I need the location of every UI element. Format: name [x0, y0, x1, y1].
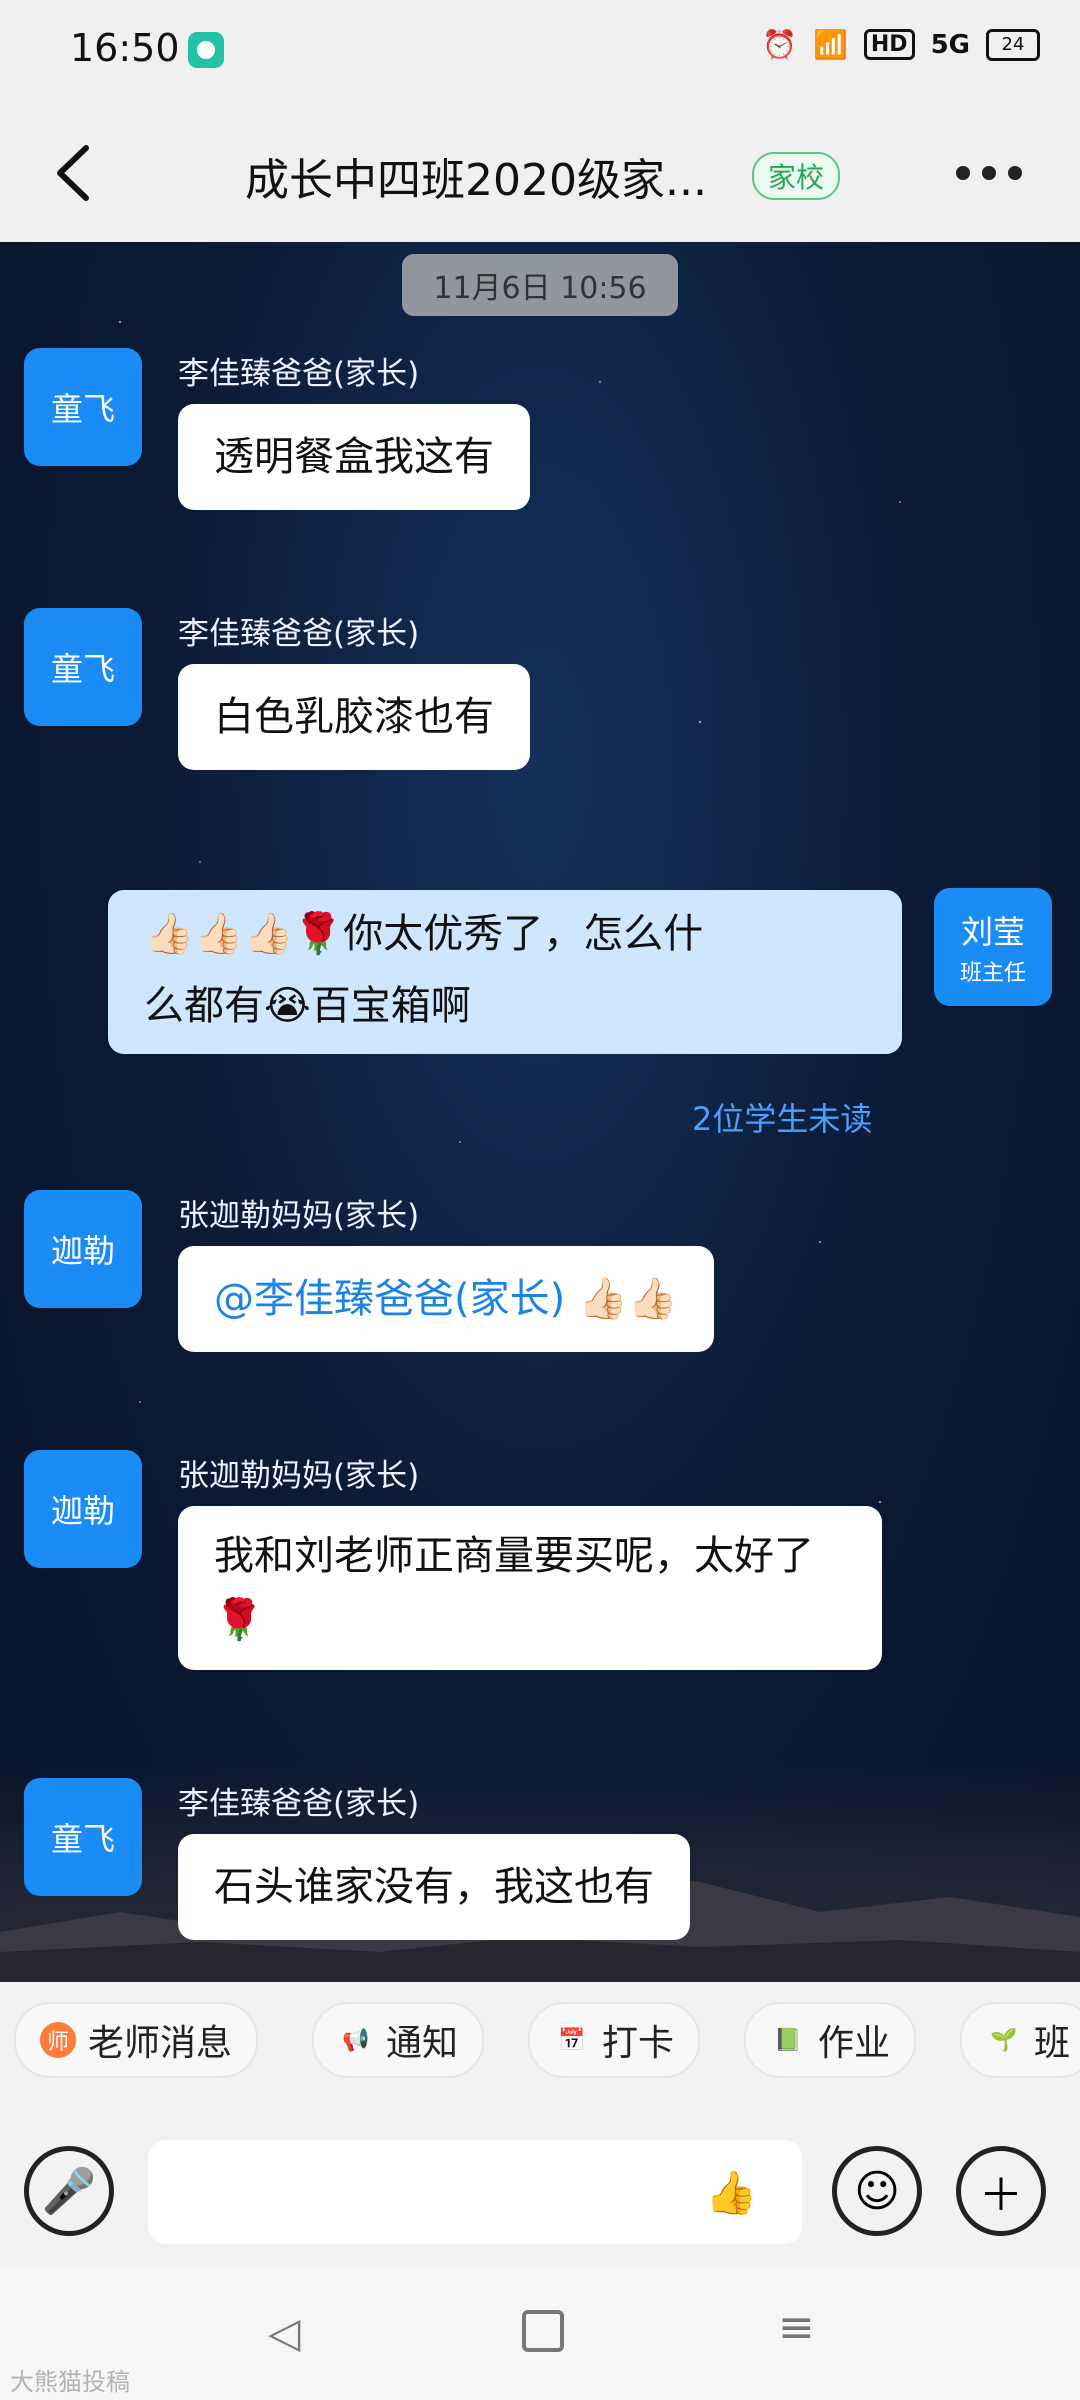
message-bubble[interactable]: 我和刘老师正商量要买呢，太好了 🌹 — [178, 1506, 882, 1670]
voice-button[interactable]: 🎤 — [24, 2146, 114, 2236]
status-bar: 16:50 ⏰ 📶 HD 5G 24 — [0, 0, 1080, 100]
group-type-tag: 家校 — [752, 152, 841, 200]
more-button[interactable]: ＋ — [956, 2146, 1046, 2236]
hd-badge: HD — [863, 29, 915, 60]
nav-back-icon[interactable]: ◁ — [268, 2308, 300, 2357]
back-arrow-icon — [57, 145, 89, 201]
chat-title: 成长中四班2020级家... — [245, 155, 707, 206]
microphone-icon: 🎤 — [41, 2166, 97, 2217]
avatar-name: 童飞 — [50, 650, 115, 688]
message-input[interactable] — [148, 2140, 802, 2244]
chip-label: 通知 — [386, 2023, 459, 2064]
star-background — [0, 242, 1080, 1982]
like-button[interactable]: 👍 — [705, 2168, 757, 2218]
avatar[interactable]: 童飞 — [24, 1778, 142, 1896]
message-bubble[interactable]: 白色乳胶漆也有 — [178, 664, 530, 770]
nav-home-icon[interactable] — [522, 2310, 564, 2352]
avatar[interactable]: 童飞 — [24, 348, 142, 466]
app-notification-icon — [188, 32, 224, 68]
chat-header: 成长中四班2020级家... 家校 — [0, 100, 1080, 242]
chip-label: 老师消息 — [88, 2023, 233, 2064]
chip-label: 作业 — [818, 2023, 891, 2064]
sender-name: 张迦勒妈妈(家长) — [178, 1458, 420, 1494]
teacher-message-button[interactable]: 师 老师消息 — [14, 2002, 259, 2078]
megaphone-icon: 📢 — [342, 2027, 370, 2053]
input-bar: 🎤 👍 ☺ ＋ — [0, 2116, 1080, 2266]
alarm-icon: ⏰ — [762, 28, 797, 61]
message-line: 我和刘老师正商量要买呢，太好了 — [214, 1533, 814, 1579]
more-options-button[interactable] — [950, 148, 1050, 198]
avatar-name: 童飞 — [50, 390, 115, 428]
wifi-icon: 📶 — [813, 28, 848, 61]
sender-name: 李佳臻爸爸(家长) — [178, 1786, 420, 1822]
dot-icon — [982, 166, 996, 180]
dot-icon — [1008, 166, 1022, 180]
class-button[interactable]: 🌱 班 — [960, 2002, 1080, 2078]
mention-link[interactable]: @李佳臻爸爸(家长) — [214, 1276, 565, 1322]
dot-icon — [956, 166, 970, 180]
smile-icon: ☺ — [854, 2165, 900, 2217]
signal-icon: 5G — [930, 29, 970, 60]
avatar[interactable]: 迦勒 — [24, 1190, 142, 1308]
message-bubble[interactable]: 石头谁家没有，我这也有 — [178, 1834, 690, 1940]
timestamp: 11月6日 10:56 — [402, 254, 678, 316]
thumbs-up-emoji: 👍🏻👍🏻 — [577, 1276, 678, 1322]
emoji-button[interactable]: ☺ — [832, 2146, 922, 2236]
chip-label: 打卡 — [602, 2023, 675, 2064]
back-button[interactable] — [40, 138, 110, 208]
message-line: 么都有😭百宝箱啊 — [144, 983, 471, 1029]
homework-button[interactable]: 📗 作业 — [744, 2002, 917, 2078]
system-nav-bar: ◁ ≡ 大熊猫投稿 — [0, 2266, 1080, 2400]
battery-icon: 24 — [986, 28, 1040, 61]
homework-icon: 📗 — [774, 2027, 802, 2053]
avatar-role: 班主任 — [959, 961, 1026, 986]
message-bubble[interactable]: 透明餐盒我这有 — [178, 404, 530, 510]
avatar-self[interactable]: 刘莹 班主任 — [934, 888, 1052, 1006]
message-line: 🌹 — [214, 1597, 264, 1643]
avatar[interactable]: 童飞 — [24, 608, 142, 726]
read-status[interactable]: 2位学生未读 — [692, 1094, 872, 1140]
avatar[interactable]: 迦勒 — [24, 1450, 142, 1568]
nav-menu-icon[interactable]: ≡ — [778, 2302, 815, 2353]
avatar-name: 童飞 — [50, 1820, 115, 1858]
message-bubble-self[interactable]: 👍🏻👍🏻👍🏻🌹你太优秀了，怎么什 么都有😭百宝箱啊 — [108, 890, 902, 1054]
avatar-name: 迦勒 — [50, 1492, 115, 1530]
avatar-name: 迦勒 — [50, 1232, 115, 1270]
checkin-button[interactable]: 📅 打卡 — [528, 2002, 701, 2078]
status-icons: ⏰ 📶 HD 5G 24 — [762, 28, 1040, 61]
chat-area[interactable]: 11月6日 10:56 童飞 李佳臻爸爸(家长) 透明餐盒我这有 童飞 李佳臻爸… — [0, 242, 1080, 1982]
quick-action-bar[interactable]: 师 老师消息 📢 通知 📅 打卡 📗 作业 🌱 班 — [0, 1982, 1080, 2094]
battery-level: 24 — [1001, 34, 1025, 55]
watermark: 大熊猫投稿 — [10, 2368, 130, 2396]
sender-name: 李佳臻爸爸(家长) — [178, 356, 420, 392]
status-time: 16:50 — [70, 26, 180, 70]
sprout-icon: 🌱 — [990, 2027, 1018, 2053]
message-bubble[interactable]: @李佳臻爸爸(家长) 👍🏻👍🏻 — [178, 1246, 714, 1352]
teacher-icon: 师 — [40, 2022, 76, 2058]
plus-icon: ＋ — [979, 2170, 1023, 2221]
calendar-check-icon: 📅 — [558, 2027, 586, 2053]
chip-label: 班 — [1034, 2023, 1071, 2064]
message-line: 👍🏻👍🏻👍🏻🌹你太优秀了，怎么什 — [144, 911, 704, 957]
sender-name: 李佳臻爸爸(家长) — [178, 616, 420, 652]
notice-button[interactable]: 📢 通知 — [312, 2002, 485, 2078]
sender-name: 张迦勒妈妈(家长) — [178, 1198, 420, 1234]
avatar-name: 刘莹 — [960, 913, 1025, 951]
